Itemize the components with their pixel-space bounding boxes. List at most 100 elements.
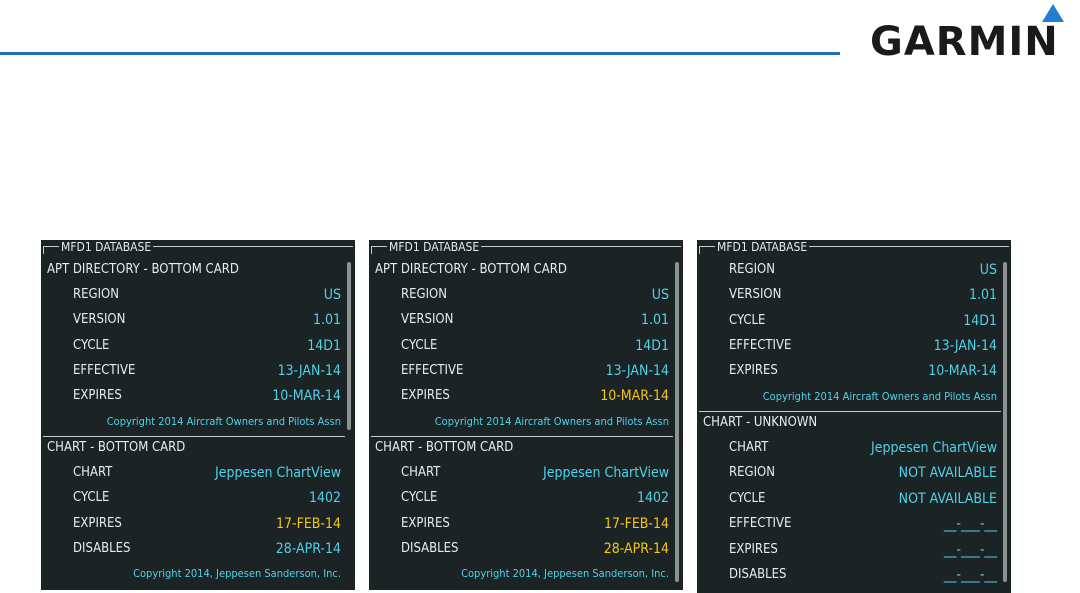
row-label: DISABLES	[729, 567, 787, 582]
panel-title: MFD1 DATABASE	[715, 240, 810, 254]
row-value: 14D1	[963, 313, 997, 329]
row-effective: EFFECTIVE 13-JAN-14	[41, 362, 341, 380]
database-panel-3: MFD1 DATABASE REGION US VERSION 1.01 CYCLE…	[697, 240, 1011, 593]
row-cycle: CYCLE 14D1	[369, 337, 669, 355]
row-value: 1.01	[312, 312, 341, 328]
row-label: EXPIRES	[729, 363, 778, 378]
row-label: EFFECTIVE	[729, 516, 792, 531]
row-label: VERSION	[73, 312, 126, 327]
chart-copyright: Copyright 2014, Jeppesen Sanderson, Inc.	[133, 567, 341, 580]
scrollbar[interactable]	[347, 262, 351, 430]
panel-title: MFD1 DATABASE	[387, 240, 482, 254]
row-value: 17-FEB-14	[276, 516, 341, 532]
panel-title: MFD1 DATABASE	[59, 240, 154, 254]
scrollbar[interactable]	[1003, 262, 1007, 582]
scrollbar[interactable]	[675, 262, 679, 582]
row-expires: EXPIRES __-___-__	[697, 541, 997, 559]
row-value: Jeppesen ChartView	[543, 465, 669, 481]
row-region: REGION US	[369, 286, 669, 304]
row-label: CYCLE	[73, 338, 110, 353]
header-rule	[0, 52, 840, 55]
row-region: REGION US	[41, 286, 341, 304]
row-label: REGION	[401, 287, 447, 302]
row-label: DISABLES	[73, 541, 131, 556]
apt-section-header: APT DIRECTORY - BOTTOM CARD	[375, 262, 567, 277]
row-region: REGION US	[697, 261, 997, 279]
row-label: EXPIRES	[73, 388, 122, 403]
row-value: 10-MAR-14	[272, 388, 341, 404]
row-label: EFFECTIVE	[73, 363, 136, 378]
row-value: 13-JAN-14	[933, 338, 997, 354]
row-label: CYCLE	[729, 491, 766, 506]
title-tick	[43, 246, 44, 254]
row-value: US	[979, 262, 997, 278]
row-label: CYCLE	[401, 490, 438, 505]
row-label: EXPIRES	[73, 516, 122, 531]
row-disables: DISABLES __-___-__	[697, 566, 997, 584]
row-label: REGION	[729, 262, 775, 277]
row-value: 28-APR-14	[275, 541, 341, 557]
row-chart: CHART Jeppesen ChartView	[369, 464, 669, 482]
chart-section-header: CHART - BOTTOM CARD	[47, 440, 186, 455]
row-expires: EXPIRES 10-MAR-14	[41, 387, 341, 405]
row-chart: CHART Jeppesen ChartView	[697, 439, 997, 457]
row-value: 1402	[636, 490, 669, 506]
row-expires: EXPIRES 10-MAR-14	[697, 362, 997, 380]
row-label: CHART	[401, 465, 441, 480]
row-value: US	[323, 287, 341, 303]
row-value: NOT AVAILABLE	[898, 491, 997, 507]
row-value: __-___-__	[943, 567, 997, 583]
row-cycle: CYCLE 14D1	[697, 312, 997, 330]
row-version: VERSION 1.01	[697, 286, 997, 304]
row-label: VERSION	[729, 287, 782, 302]
row-value: 17-FEB-14	[604, 516, 669, 532]
chart-section-header: CHART - UNKNOWN	[703, 415, 818, 430]
title-tick	[699, 246, 700, 254]
row-value: NOT AVAILABLE	[898, 465, 997, 481]
chart-copyright: Copyright 2014, Jeppesen Sanderson, Inc.	[461, 567, 669, 580]
database-panel-2: MFD1 DATABASE APT DIRECTORY - BOTTOM CAR…	[369, 240, 683, 590]
row-label: EXPIRES	[401, 388, 450, 403]
row-version: VERSION 1.01	[41, 311, 341, 329]
row-value: 13-JAN-14	[605, 363, 669, 379]
row-region: REGION NOT AVAILABLE	[697, 464, 997, 482]
row-disables: DISABLES 28-APR-14	[41, 540, 341, 558]
row-value: Jeppesen ChartView	[871, 440, 997, 456]
chart-section-header: CHART - BOTTOM CARD	[375, 440, 514, 455]
row-value: 14D1	[307, 338, 341, 354]
row-effective: EFFECTIVE 13-JAN-14	[369, 362, 669, 380]
row-effective: EFFECTIVE __-___-__	[697, 515, 997, 533]
section-divider	[371, 436, 673, 437]
row-cycle: CYCLE 1402	[41, 489, 341, 507]
section-divider	[699, 411, 1001, 412]
row-cycle: CYCLE NOT AVAILABLE	[697, 490, 997, 508]
row-cycle: CYCLE 14D1	[41, 337, 341, 355]
row-label: EXPIRES	[401, 516, 450, 531]
row-cycle: CYCLE 1402	[369, 489, 669, 507]
row-value: 1.01	[640, 312, 669, 328]
row-expires: EXPIRES 10-MAR-14	[369, 387, 669, 405]
row-label: CYCLE	[401, 338, 438, 353]
row-label: VERSION	[401, 312, 454, 327]
row-disables: DISABLES 28-APR-14	[369, 540, 669, 558]
section-divider	[43, 436, 345, 437]
row-value: 10-MAR-14	[928, 363, 997, 379]
row-value: 14D1	[635, 338, 669, 354]
row-label: CYCLE	[729, 313, 766, 328]
row-label: CHART	[729, 440, 769, 455]
row-expires: EXPIRES 17-FEB-14	[41, 515, 341, 533]
title-tick	[371, 246, 372, 254]
row-value: __-___-__	[943, 542, 997, 558]
row-label: REGION	[729, 465, 775, 480]
row-label: EFFECTIVE	[729, 338, 792, 353]
row-value: US	[651, 287, 669, 303]
row-value: 1.01	[968, 287, 997, 303]
row-value: Jeppesen ChartView	[215, 465, 341, 481]
row-label: CYCLE	[73, 490, 110, 505]
garmin-logo: GARMIN	[870, 4, 1070, 65]
logo-text: GARMIN	[870, 19, 1059, 65]
row-value: 10-MAR-14	[600, 388, 669, 404]
row-value: 13-JAN-14	[277, 363, 341, 379]
row-label: EFFECTIVE	[401, 363, 464, 378]
row-label: REGION	[73, 287, 119, 302]
